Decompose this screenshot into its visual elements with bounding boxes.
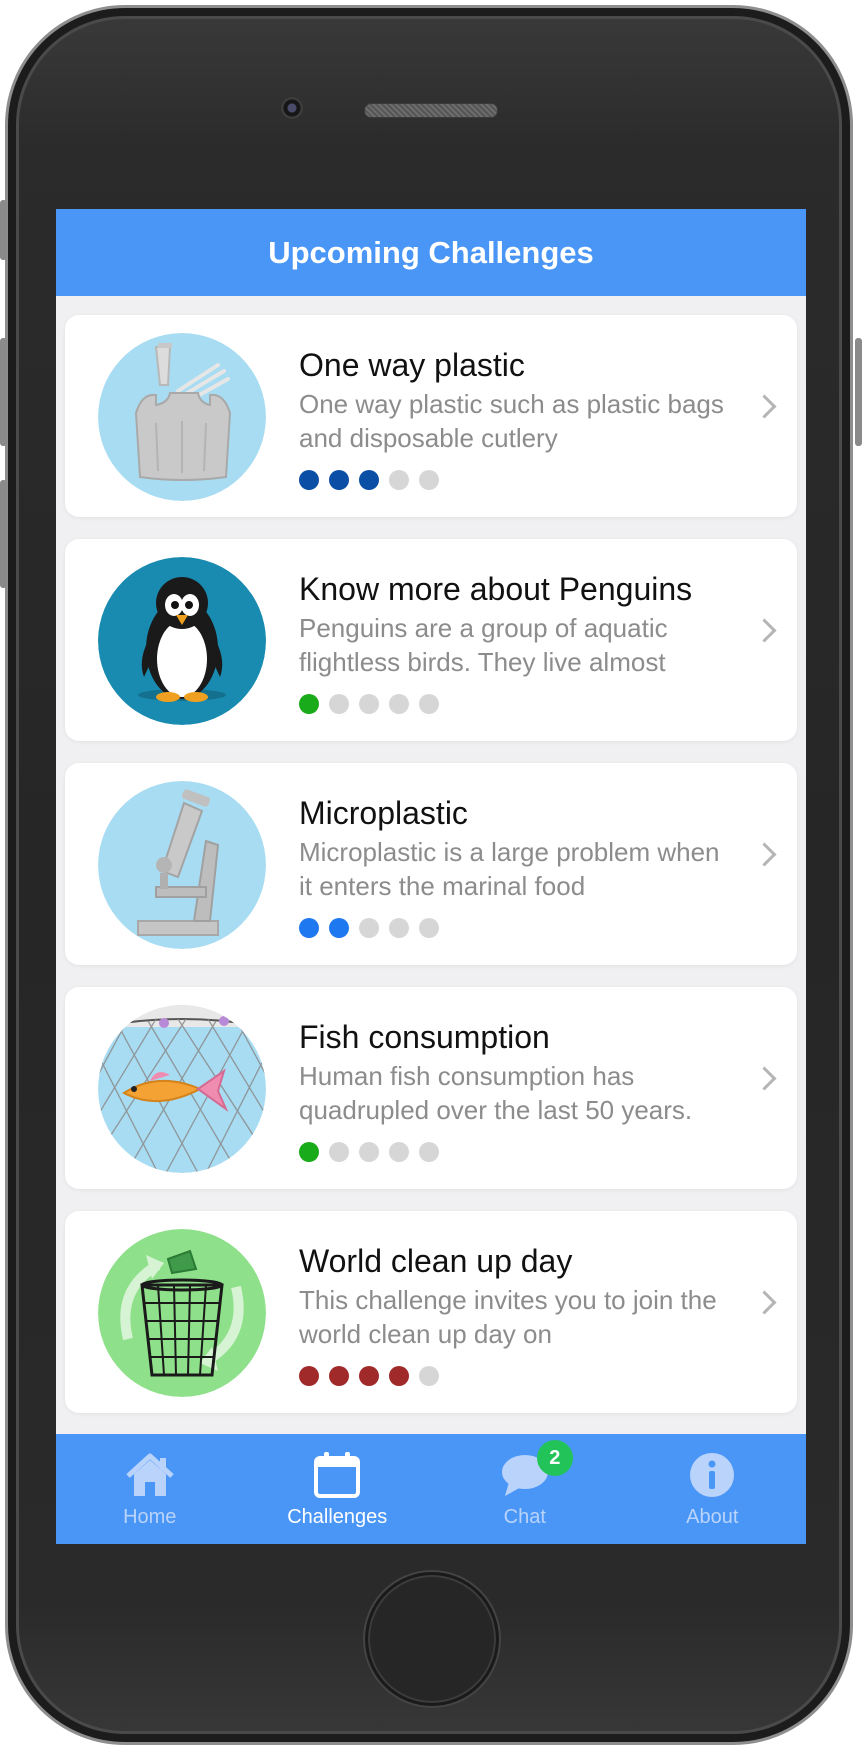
difficulty-dot-empty xyxy=(329,694,349,714)
difficulty-dot-filled xyxy=(299,694,319,714)
volume-up-button xyxy=(0,338,7,446)
tab-label: Challenges xyxy=(287,1506,388,1528)
chevron-right-icon xyxy=(752,618,777,643)
chevron-right-icon xyxy=(752,1066,777,1091)
tab-label: Home xyxy=(123,1506,177,1528)
page-title: Upcoming Challenges xyxy=(268,234,594,270)
tab-about[interactable]: About xyxy=(619,1434,807,1544)
difficulty-dot-filled xyxy=(359,1366,379,1386)
tab-label: Chat xyxy=(503,1506,546,1528)
difficulty-dots xyxy=(299,470,439,490)
challenge-description: Penguins are a group of aquatic flightle… xyxy=(299,613,668,677)
difficulty-dot-empty xyxy=(419,918,439,938)
challenge-title: One way plastic xyxy=(299,347,525,383)
difficulty-dot-empty xyxy=(419,1366,439,1386)
chevron-right-icon xyxy=(752,842,777,867)
difficulty-dot-empty xyxy=(389,694,409,714)
difficulty-dot-empty xyxy=(359,918,379,938)
header-bar: Upcoming Challenges xyxy=(56,209,806,296)
home-button[interactable] xyxy=(365,1572,499,1706)
difficulty-dot-filled xyxy=(329,470,349,490)
difficulty-dot-filled xyxy=(359,470,379,490)
chat-bubble-icon: 2 xyxy=(499,1440,573,1500)
challenge-title: Fish consumption xyxy=(299,1019,550,1055)
app-screen: Upcoming Challenges One way plastic One … xyxy=(56,209,806,1544)
plastic-bag-icon xyxy=(98,333,266,501)
volume-down-button xyxy=(0,480,7,588)
chevron-right-icon xyxy=(752,1290,777,1315)
challenge-card[interactable]: Know more about Penguins Penguins are a … xyxy=(65,539,797,741)
tab-bar: Home Challenges 2 Chat About xyxy=(56,1434,806,1544)
recycle-bin-icon xyxy=(98,1229,266,1397)
difficulty-dot-empty xyxy=(389,1142,409,1162)
challenge-description: This challenge invites you to join the w… xyxy=(299,1285,717,1349)
tab-label: About xyxy=(686,1506,739,1528)
challenge-title: Know more about Penguins xyxy=(299,571,693,607)
difficulty-dot-empty xyxy=(389,918,409,938)
tab-home[interactable]: Home xyxy=(56,1434,244,1544)
difficulty-dots xyxy=(299,1142,439,1162)
challenge-title: Microplastic xyxy=(299,795,468,831)
home-icon xyxy=(124,1450,176,1500)
challenge-card[interactable]: One way plastic One way plastic such as … xyxy=(65,315,797,517)
difficulty-dots xyxy=(299,918,439,938)
difficulty-dot-empty xyxy=(359,1142,379,1162)
power-button xyxy=(855,338,862,446)
difficulty-dot-empty xyxy=(419,1142,439,1162)
challenge-title: World clean up day xyxy=(299,1243,573,1279)
challenge-card[interactable]: Microplastic Microplastic is a large pro… xyxy=(65,763,797,965)
earpiece-speaker xyxy=(364,103,498,118)
info-icon xyxy=(686,1450,738,1500)
difficulty-dot-filled xyxy=(299,1366,319,1386)
front-camera xyxy=(281,97,303,119)
difficulty-dot-filled xyxy=(299,470,319,490)
tab-challenges[interactable]: Challenges xyxy=(244,1434,432,1544)
challenge-description: Human fish consumption has quadrupled ov… xyxy=(299,1061,693,1125)
challenge-description: One way plastic such as plastic bags and… xyxy=(299,389,724,453)
challenge-list: One way plastic One way plastic such as … xyxy=(56,296,806,1413)
penguin-icon xyxy=(98,557,266,725)
difficulty-dots xyxy=(299,694,439,714)
difficulty-dot-empty xyxy=(359,694,379,714)
difficulty-dot-empty xyxy=(419,694,439,714)
mute-switch xyxy=(0,200,7,260)
difficulty-dot-filled xyxy=(389,1366,409,1386)
unread-badge: 2 xyxy=(536,1440,573,1476)
calendar-icon xyxy=(311,1450,363,1500)
challenge-description: Microplastic is a large problem when it … xyxy=(299,837,720,901)
chevron-right-icon xyxy=(752,394,777,419)
challenge-card[interactable]: Fish consumption Human fish consumption … xyxy=(65,987,797,1189)
difficulty-dot-filled xyxy=(329,918,349,938)
difficulty-dot-filled xyxy=(329,1366,349,1386)
microscope-icon xyxy=(98,781,266,949)
tab-chat[interactable]: 2 Chat xyxy=(431,1434,619,1544)
difficulty-dot-empty xyxy=(329,1142,349,1162)
difficulty-dot-filled xyxy=(299,1142,319,1162)
difficulty-dot-empty xyxy=(389,470,409,490)
difficulty-dots xyxy=(299,1366,439,1386)
difficulty-dot-filled xyxy=(299,918,319,938)
fish-net-icon xyxy=(98,1005,266,1173)
difficulty-dot-empty xyxy=(419,470,439,490)
challenge-card[interactable]: World clean up day This challenge invite… xyxy=(65,1211,797,1413)
